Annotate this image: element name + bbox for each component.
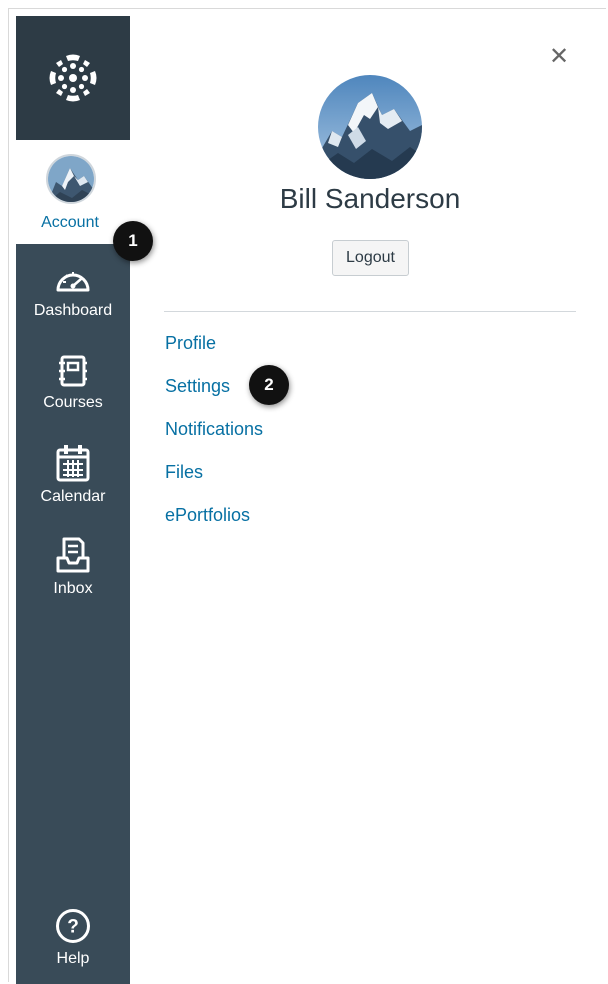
nav-item-calendar-label: Calendar xyxy=(40,488,106,505)
close-icon[interactable]: ✕ xyxy=(548,45,570,69)
nav-item-inbox-label: Inbox xyxy=(53,580,93,597)
nav-item-courses[interactable]: Courses xyxy=(16,354,130,412)
nav-item-calendar[interactable]: Calendar xyxy=(16,444,130,506)
link-notifications[interactable]: Notifications xyxy=(165,416,263,459)
nav-item-courses-label: Courses xyxy=(43,394,103,411)
link-profile[interactable]: Profile xyxy=(165,330,263,373)
svg-text:?: ? xyxy=(67,917,79,938)
user-avatar xyxy=(46,154,96,204)
canvas-logo[interactable] xyxy=(16,16,130,140)
canvas-logo-icon xyxy=(49,54,97,102)
link-files[interactable]: Files xyxy=(165,459,263,502)
link-settings[interactable]: Settings xyxy=(165,373,263,416)
nav-item-dashboard-label: Dashboard xyxy=(33,302,113,319)
inbox-icon xyxy=(56,537,90,573)
callout-2: 2 xyxy=(249,365,289,405)
logout-button[interactable]: Logout xyxy=(332,240,409,276)
courses-notebook-icon xyxy=(59,355,87,387)
account-links: Profile Settings Notifications Files ePo… xyxy=(165,330,263,545)
user-name: Bill Sanderson xyxy=(279,183,461,214)
nav-account[interactable]: Account xyxy=(16,140,130,244)
divider xyxy=(164,311,576,312)
nav-item-dashboard[interactable]: Dashboard xyxy=(16,262,130,320)
nav-item-help-label: Help xyxy=(56,950,90,967)
calendar-icon xyxy=(56,445,90,482)
nav-item-help[interactable]: ? Help xyxy=(16,908,130,968)
global-nav: Account Dashboard Courses Calendar Inbox… xyxy=(16,16,130,984)
callout-1: 1 xyxy=(113,221,153,261)
nav-item-inbox[interactable]: Inbox xyxy=(16,536,130,598)
nav-account-label: Account xyxy=(41,214,99,231)
link-eportfolios[interactable]: ePortfolios xyxy=(165,502,263,545)
profile-avatar xyxy=(318,75,422,179)
dashboard-gauge-icon xyxy=(56,272,90,292)
help-circle-icon: ? xyxy=(56,909,90,943)
